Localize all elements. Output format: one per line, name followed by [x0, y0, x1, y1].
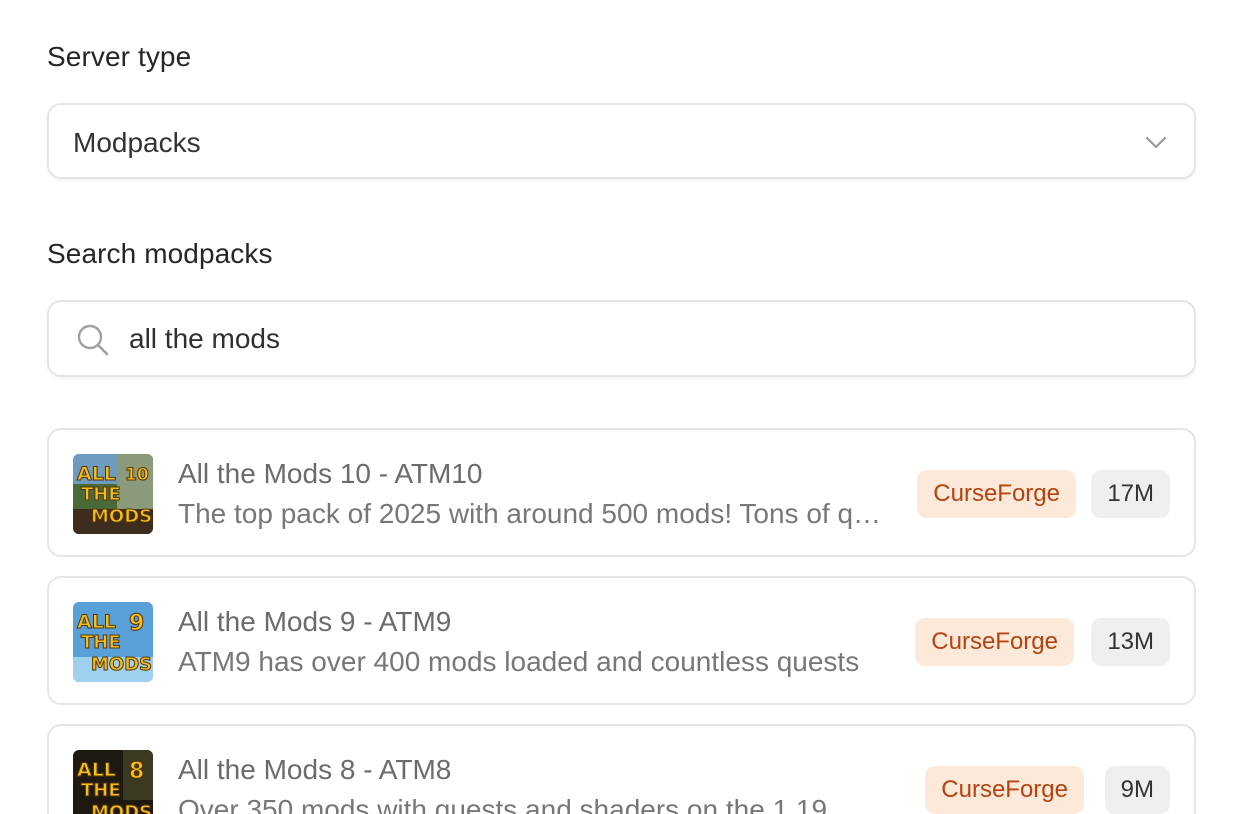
- result-item-atm9[interactable]: ALL 9 THE MODS All the Mods 9 - ATM9 ATM…: [47, 576, 1196, 705]
- search-icon: [77, 324, 109, 356]
- logo-text-all: ALL: [77, 611, 116, 633]
- logo-text-number: 9: [129, 611, 144, 636]
- download-count-badge: 17M: [1091, 470, 1170, 518]
- modpack-logo: ALL 10 THE MODS: [73, 454, 153, 534]
- logo-text-mods: MODS: [91, 506, 152, 527]
- chevron-down-icon: [1145, 136, 1167, 149]
- server-type-label: Server type: [47, 41, 192, 72]
- download-count-badge: 13M: [1091, 618, 1170, 666]
- logo-text-number: 8: [129, 759, 144, 784]
- logo-text-the: THE: [81, 484, 121, 505]
- logo-text-all: ALL: [77, 463, 116, 485]
- search-field[interactable]: [47, 300, 1196, 377]
- result-description: Over 350 mods with quests and shaders on…: [178, 794, 828, 814]
- source-badge: CurseForge: [915, 618, 1074, 666]
- modpack-logo: ALL 9 THE MODS: [73, 602, 153, 682]
- modpack-logo: ALL 8 THE MODS: [73, 750, 153, 814]
- result-title: All the Mods 10 - ATM10: [178, 458, 483, 489]
- server-type-value: Modpacks: [73, 127, 201, 158]
- logo-text-mods: MODS: [91, 802, 152, 814]
- logo-text-number: 10: [125, 465, 149, 485]
- logo-text-all: ALL: [77, 759, 116, 781]
- result-title: All the Mods 9 - ATM9: [178, 606, 452, 637]
- search-input[interactable]: [129, 320, 1129, 358]
- result-title: All the Mods 8 - ATM8: [178, 754, 452, 785]
- logo-text-the: THE: [81, 780, 121, 801]
- search-modpacks-label: Search modpacks: [47, 238, 273, 269]
- logo-text-the: THE: [81, 632, 121, 653]
- download-count-badge: 9M: [1104, 766, 1170, 814]
- server-type-select[interactable]: Modpacks: [47, 103, 1196, 179]
- result-item-atm8[interactable]: ALL 8 THE MODS All the Mods 8 - ATM8 Ove…: [47, 724, 1196, 814]
- result-description: The top pack of 2025 with around 500 mod…: [178, 498, 883, 529]
- source-badge: CurseForge: [917, 470, 1076, 518]
- page: Server type Modpacks Search modpacks ALL…: [0, 0, 1248, 814]
- source-badge: CurseForge: [925, 766, 1084, 814]
- result-description: ATM9 has over 400 mods loaded and countl…: [178, 646, 860, 677]
- logo-text-mods: MODS: [91, 654, 152, 675]
- result-item-atm10[interactable]: ALL 10 THE MODS All the Mods 10 - ATM10 …: [47, 428, 1196, 557]
